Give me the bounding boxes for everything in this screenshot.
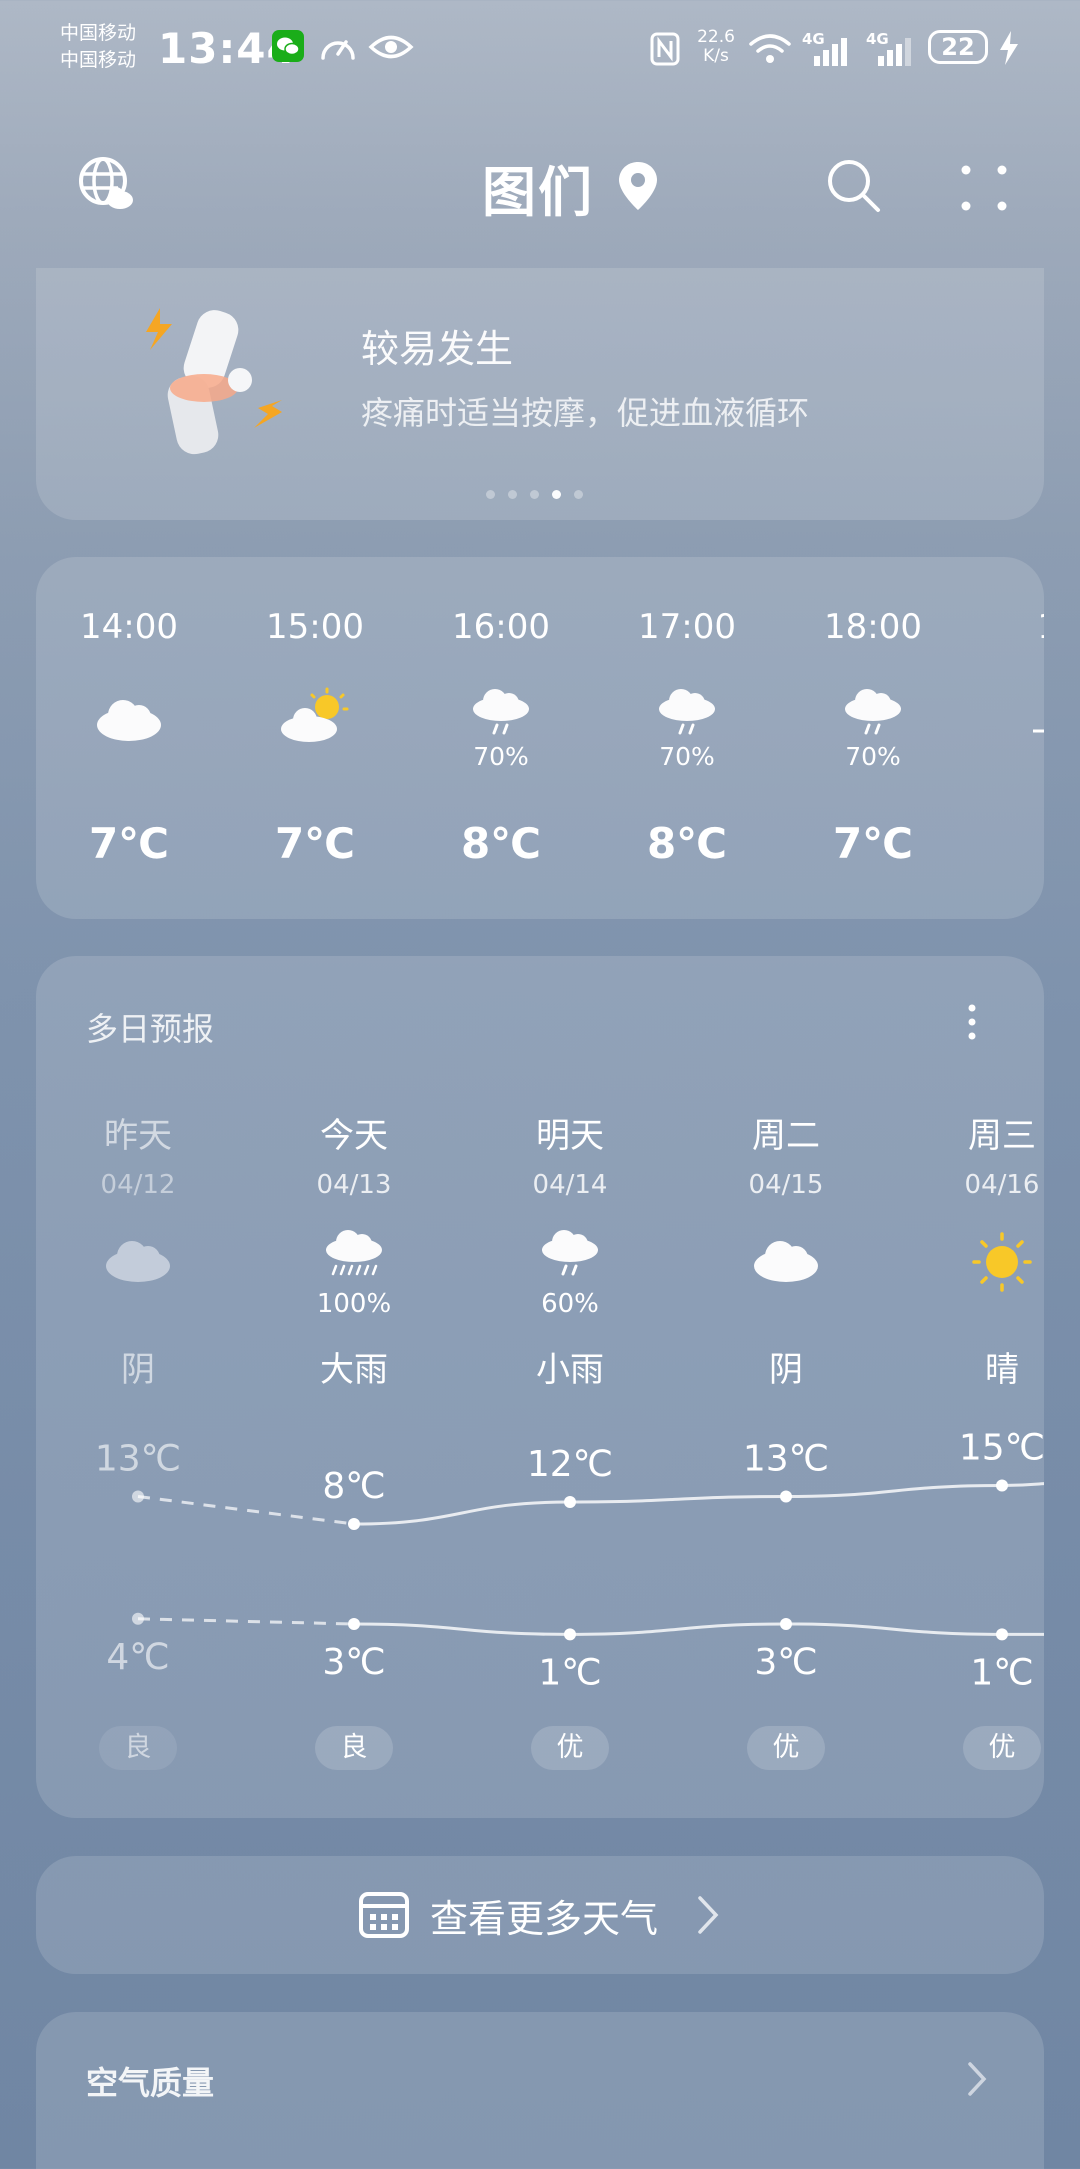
more-weather-label: 查看更多天气 [430, 1897, 659, 1941]
globe-manage-cities-icon[interactable] [76, 154, 138, 216]
high-temp-point [564, 1496, 576, 1508]
hour-time: 17:00 [638, 607, 736, 647]
hour-precip: 70% [659, 742, 715, 771]
low-temp-label: 1℃ [970, 1652, 1033, 1693]
hour-time: 18 [966, 607, 1044, 647]
network-speed-unit: K/s [703, 46, 729, 66]
signal-sim1-icon [814, 38, 847, 66]
partly-sunny-icon [281, 687, 349, 742]
more-weather-button[interactable]: 查看更多天气 [36, 1856, 1044, 1974]
city-name[interactable]: 图们 [482, 148, 594, 227]
signal-sim2-icon [878, 38, 911, 66]
high-temp-point [996, 1479, 1008, 1492]
hour-time: 15:00 [266, 607, 364, 647]
high-temp-point [348, 1518, 360, 1530]
hour-temp: 8℃ [460, 819, 542, 868]
hour-precip: 70% [473, 742, 529, 771]
temperature-trend-chart: 13℃ 4℃ 8℃ 3℃ 12℃ 1℃ 13℃ 3℃ 15℃ 1℃ [95, 1428, 1044, 1693]
hour-temp: E [966, 819, 1044, 868]
high-temp-point [780, 1490, 792, 1503]
high-temp-label: 12℃ [527, 1444, 613, 1485]
carrier-1: 中国移动 [60, 22, 137, 44]
eye-icon [368, 35, 414, 59]
network-speed: 22.6 K/s [694, 28, 738, 66]
wechat-icon [272, 30, 304, 62]
cloudy-icon [97, 700, 161, 741]
rain-icon [659, 689, 715, 735]
health-tip-card[interactable]: 较易发生 疼痛时适当按摩，促进血液循环 [36, 268, 1044, 520]
rain-icon [845, 689, 901, 735]
location-pin-icon [619, 162, 657, 210]
tip-subtitle: 疼痛时适当按摩，促进血液循环 [361, 394, 810, 432]
carrier-info: 中国移动 中国移动 [60, 20, 136, 74]
low-temp-point [996, 1628, 1008, 1641]
air-quality-title: 空气质量 [86, 2064, 215, 2102]
carousel-dot [574, 490, 583, 499]
carousel-dots [486, 484, 596, 503]
hourly-forecast-card[interactable]: 14:00 7℃ 15:00 7℃ 16:00 70% 8℃ 17:00 70%… [36, 557, 1044, 919]
hour-time: 14:00 [80, 607, 178, 647]
speedometer-icon [321, 40, 355, 60]
high-temp-line [353, 1482, 1044, 1526]
calendar-icon [359, 1892, 409, 1938]
navigation-bar [0, 2130, 1080, 2169]
hour-time: 18:00 [824, 607, 922, 647]
low-temp-point [564, 1628, 576, 1641]
high-temp-label: 13℃ [743, 1439, 829, 1480]
low-temp-point [348, 1618, 360, 1630]
sunset-icon [1033, 729, 1044, 733]
hour-temp: 7℃ [274, 819, 356, 868]
status-bar: 中国移动 中国移动 13:44 22.6 K/s 4G 4G 22 [0, 0, 1080, 100]
nfc-icon [650, 32, 680, 66]
carousel-dot [530, 490, 539, 499]
high-temp-label: 15℃ [959, 1428, 1044, 1469]
high-temp-label: 8℃ [322, 1466, 385, 1507]
low-temp-label: 3℃ [322, 1642, 385, 1683]
more-options-icon[interactable] [958, 162, 1010, 214]
low-temp-line [353, 1622, 1044, 1636]
hour-temp: 7℃ [832, 819, 914, 868]
low-temp-point [780, 1618, 792, 1630]
carousel-dot [508, 490, 517, 499]
multi-day-forecast-card[interactable]: 多日预报 昨天 04/12 阴 良 今天 04/13 100% 大雨 良 明天 … [36, 956, 1044, 1818]
header: 图们 [0, 140, 1080, 230]
carrier-2: 中国移动 [60, 49, 137, 71]
high-temp-point [132, 1490, 144, 1503]
chevron-right-icon [968, 2062, 987, 2096]
hour-precip: 70% [845, 742, 901, 771]
low-temp-point [132, 1612, 144, 1625]
rain-icon [473, 689, 529, 735]
chevron-right-icon [698, 1896, 719, 1934]
hour-temp: 8℃ [646, 819, 728, 868]
carousel-dot-active [552, 490, 561, 499]
low-temp-label: 3℃ [754, 1642, 817, 1683]
network-speed-value: 22.6 [697, 27, 735, 47]
low-temp-label: 4℃ [106, 1637, 169, 1678]
joint-pain-icon [146, 308, 282, 455]
charging-icon [1000, 31, 1018, 65]
wifi-icon [749, 34, 791, 63]
low-temp-label: 1℃ [538, 1652, 601, 1693]
hour-temp: 7℃ [88, 819, 170, 868]
search-icon[interactable] [826, 158, 882, 214]
low-temp-past-line [137, 1617, 355, 1626]
high-temp-label: 13℃ [95, 1439, 181, 1480]
battery-level: 22 [928, 30, 988, 64]
carousel-dot [486, 490, 495, 499]
hour-time: 16:00 [452, 607, 550, 647]
tip-title: 较易发生 [361, 327, 514, 371]
